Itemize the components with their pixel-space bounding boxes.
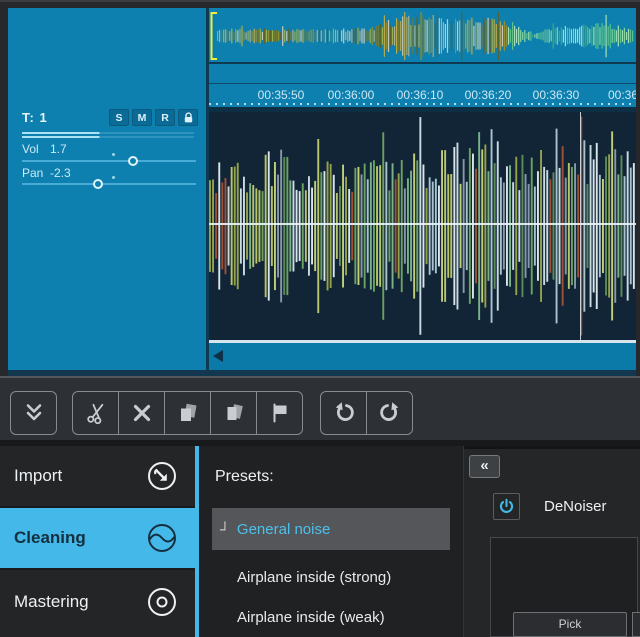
selected-marker-icon: ┘ xyxy=(220,521,230,537)
vol-label: Vol xyxy=(22,142,39,156)
track-header-panel: T: 1 S M R Vol 1.7 xyxy=(8,8,206,370)
edit-button-group xyxy=(72,391,303,435)
import-arrow-icon xyxy=(146,460,178,492)
presets-panel: Presets: ┘ General noise Airplane inside… xyxy=(199,446,463,637)
ruler-tick: 00:36:4 xyxy=(599,88,636,102)
circle-dot-icon xyxy=(146,586,178,618)
nav-label: Cleaning xyxy=(14,528,86,548)
ruler-tick: 00:36:30 xyxy=(527,88,585,102)
bottom-section: Import Cleaning Mastering xyxy=(0,446,640,637)
delete-button[interactable] xyxy=(118,391,165,435)
solo-button[interactable]: S xyxy=(109,109,129,126)
ruler-tick: 00:36:10 xyxy=(391,88,449,102)
collapse-panel-button[interactable]: « xyxy=(469,455,500,478)
vol-slider-handle[interactable] xyxy=(128,156,138,166)
record-button[interactable]: R xyxy=(155,109,175,126)
lock-icon xyxy=(183,112,194,124)
nav-label: Import xyxy=(14,466,62,486)
undo-button[interactable] xyxy=(320,391,367,435)
main-waveform[interactable] xyxy=(209,112,636,340)
track-number-label: T: 1 xyxy=(22,110,48,125)
undo-icon xyxy=(332,401,356,425)
pick-button[interactable]: Pick xyxy=(513,612,627,637)
preset-item-selected[interactable]: ┘ General noise xyxy=(212,508,450,550)
paste-button[interactable] xyxy=(210,391,257,435)
audio-editor-app: T: 1 S M R Vol 1.7 xyxy=(0,0,640,637)
effect-panel-top-edge xyxy=(464,446,640,449)
arranger-area: T: 1 S M R Vol 1.7 xyxy=(0,0,640,376)
scroll-left-arrow-icon[interactable] xyxy=(213,350,223,362)
pan-label: Pan xyxy=(22,166,43,180)
delete-x-icon xyxy=(130,401,154,425)
horizontal-scrollbar[interactable] xyxy=(209,343,636,370)
nav-label: Mastering xyxy=(14,592,89,612)
toolbar xyxy=(0,376,640,440)
redo-button[interactable] xyxy=(366,391,413,435)
zero-line xyxy=(209,223,636,225)
preset-item[interactable]: Airplane inside (weak) xyxy=(237,606,385,628)
copy-icon xyxy=(176,401,200,425)
overview-waveform[interactable] xyxy=(209,10,636,62)
scissors-icon xyxy=(84,401,108,425)
marker-button[interactable] xyxy=(256,391,303,435)
main-waveform-bars xyxy=(209,112,636,340)
noise-wave-icon xyxy=(146,522,178,554)
nav-item-cleaning[interactable]: Cleaning xyxy=(0,508,195,570)
nav-item-mastering[interactable]: Mastering xyxy=(0,570,195,633)
timeline-ruler[interactable]: 00:35:50 00:36:00 00:36:10 00:36:20 00:3… xyxy=(209,85,636,107)
vol-center-mark xyxy=(112,153,115,156)
redo-icon xyxy=(378,401,402,425)
preset-label: General noise xyxy=(237,521,330,538)
category-nav: Import Cleaning Mastering xyxy=(0,446,195,637)
vol-slider-track[interactable] xyxy=(22,160,196,162)
pan-center-mark xyxy=(112,176,115,179)
track-buttons: S M R xyxy=(109,109,198,126)
level-meter-bottom xyxy=(22,136,194,138)
cut-button[interactable] xyxy=(72,391,119,435)
ruler-tick: 00:36:00 xyxy=(322,88,380,102)
marker-strip xyxy=(209,64,636,84)
waveform-column: 00:35:50 00:36:00 00:36:10 00:36:20 00:3… xyxy=(209,8,636,370)
playhead-line xyxy=(580,112,581,340)
ruler-tick: 00:36:20 xyxy=(459,88,517,102)
denoiser-power-button[interactable] xyxy=(493,493,520,520)
arranger-inner: T: 1 S M R Vol 1.7 xyxy=(8,8,636,370)
paste-icon xyxy=(222,401,246,425)
vol-value: 1.7 xyxy=(50,142,67,156)
overview-waveform-bars xyxy=(217,11,634,61)
pan-slider-handle[interactable] xyxy=(93,179,103,189)
history-button-group xyxy=(320,391,413,435)
double-chevron-down-icon xyxy=(22,401,46,425)
effect-panel: « DeNoiser Pick xyxy=(463,446,640,637)
pan-value: -2.3 xyxy=(50,166,71,180)
copy-button[interactable] xyxy=(164,391,211,435)
ruler-tick: 00:35:50 xyxy=(252,88,310,102)
flag-icon xyxy=(268,401,292,425)
lock-button[interactable] xyxy=(178,109,198,126)
nav-item-import[interactable]: Import xyxy=(0,446,195,508)
level-meter-top xyxy=(22,132,194,134)
pan-slider-track[interactable] xyxy=(22,183,196,185)
presets-heading: Presets: xyxy=(215,468,274,486)
preset-item[interactable]: Airplane inside (strong) xyxy=(237,566,391,588)
mute-button[interactable]: M xyxy=(132,109,152,126)
effect-title: DeNoiser xyxy=(544,498,607,515)
clipped-button[interactable] xyxy=(632,612,640,637)
power-icon xyxy=(497,497,516,516)
expand-tracks-button[interactable] xyxy=(10,391,57,435)
